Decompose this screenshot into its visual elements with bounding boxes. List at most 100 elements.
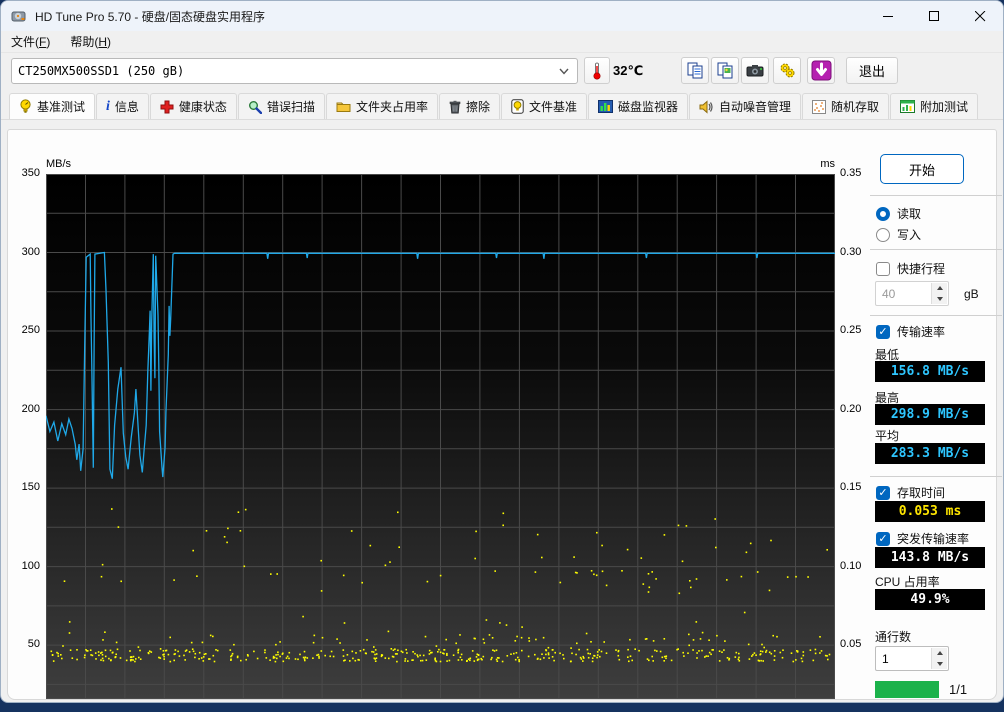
right-axis-tick: 0.25 — [840, 324, 862, 337]
right-axis-tick: 0.15 — [840, 481, 862, 494]
tab-erase[interactable]: 擦除 — [438, 93, 500, 119]
write-radio[interactable]: 写入 — [876, 226, 921, 243]
left-axis-unit: MB/s — [46, 158, 72, 170]
app-icon — [11, 8, 27, 24]
copy-icon — [687, 62, 704, 79]
burst-rate-display: 143.8 MB/s — [875, 547, 985, 568]
right-axis-tick: 0.05 — [840, 638, 862, 651]
file-benchmark-icon — [511, 99, 524, 114]
transfer-rate-checkbox-box[interactable]: ✓ — [876, 324, 890, 339]
right-axis-tick: 0.20 — [840, 402, 862, 415]
left-axis-tick: 150 — [21, 481, 40, 494]
pass-count-label: 通行数 — [875, 630, 912, 644]
left-axis-tick: 300 — [21, 245, 40, 258]
exit-button-label: 退出 — [858, 64, 885, 79]
health-icon — [160, 100, 174, 114]
tab-folder-usage[interactable]: 文件夹占用率 — [325, 93, 438, 119]
tab-benchmark[interactable]: 基准测试 — [9, 93, 96, 119]
read-radio[interactable]: 读取 — [876, 205, 921, 222]
write-radio-circle[interactable] — [876, 227, 890, 242]
title-bar: HD Tune Pro 5.70 - 硬盘/固态硬盘实用程序 — [1, 1, 1003, 31]
copy-button[interactable] — [681, 57, 709, 84]
tab-extra-tests[interactable]: 附加测试 — [890, 93, 979, 119]
toolbar: CT250MX500SSD1 (250 gB) 32℃ 退出 — [1, 53, 1003, 93]
maximize-button[interactable] — [911, 1, 957, 31]
tab-health[interactable]: 健康状态 — [149, 93, 237, 119]
avg-label: 平均 — [875, 429, 900, 443]
capacity-spinner[interactable]: 40 — [875, 281, 949, 306]
random-access-icon — [812, 99, 827, 114]
right-axis-unit: ms — [820, 158, 835, 170]
options-button[interactable] — [773, 57, 801, 84]
download-button[interactable] — [807, 57, 835, 84]
capacity-up-button[interactable] — [931, 283, 947, 294]
left-axis-tick: 250 — [21, 324, 40, 337]
right-axis-tick: 0.35 — [840, 167, 862, 179]
read-radio-circle[interactable] — [876, 206, 890, 221]
right-axis-tick: 0.10 — [840, 559, 862, 572]
pass-count-up-button[interactable] — [931, 648, 947, 659]
chevron-down-icon — [559, 68, 569, 75]
drive-select-value: CT250MX500SSD1 (250 gB) — [18, 64, 185, 78]
capacity-down-button[interactable] — [931, 293, 947, 304]
info-icon: i — [106, 98, 110, 114]
burst-rate-checkbox-box[interactable]: ✓ — [876, 531, 890, 546]
left-axis-tick: 100 — [21, 559, 40, 572]
error-scan-icon — [248, 100, 262, 114]
folder-usage-icon — [336, 100, 351, 113]
left-axis-tick: 200 — [21, 402, 40, 415]
copy-image-icon — [717, 62, 734, 79]
screenshot-button[interactable] — [741, 57, 769, 84]
tab-disk-monitor[interactable]: 磁盘监视器 — [588, 93, 689, 119]
left-axis-tick: 50 — [27, 638, 40, 651]
left-axis-tick: 350 — [21, 167, 40, 179]
pass-count-spinner[interactable]: 1 — [875, 646, 949, 671]
transfer-rate-checkbox[interactable]: ✓ 传输速率 — [876, 323, 945, 340]
benchmark-panel: MB/s ms 350 300 250 200 150 100 50 0.35 0.30 0.2… — [7, 129, 1002, 700]
menu-help[interactable]: 帮助(H) — [60, 31, 121, 52]
temperature-value: 32℃ — [613, 63, 644, 78]
tab-file-benchmark[interactable]: 文件基准 — [500, 93, 587, 119]
exit-button[interactable]: 退出 — [846, 57, 898, 84]
gears-icon — [779, 62, 796, 79]
temperature-button[interactable] — [584, 57, 610, 84]
cpu-usage-display: 49.9% — [875, 589, 985, 610]
tab-aam[interactable]: 自动噪音管理 — [689, 93, 802, 119]
short-stroke-checkbox-box[interactable] — [876, 261, 890, 276]
benchmark-icon — [19, 99, 32, 114]
burst-rate-checkbox[interactable]: ✓ 突发传输速率 — [876, 530, 969, 547]
progress-bar — [875, 681, 939, 698]
access-time-display: 0.053 ms — [875, 501, 985, 522]
aam-speaker-icon — [699, 99, 714, 114]
start-button[interactable]: 开始 — [880, 154, 964, 184]
menu-file[interactable]: 文件(F) — [1, 31, 60, 52]
close-button[interactable] — [957, 1, 1003, 31]
progress-text: 1/1 — [949, 682, 968, 697]
thermometer-icon — [591, 62, 603, 80]
short-stroke-checkbox[interactable]: 快捷行程 — [876, 260, 945, 277]
tab-error-scan[interactable]: 错误扫描 — [237, 93, 325, 119]
disk-monitor-icon — [598, 100, 613, 113]
pass-count-down-button[interactable] — [931, 658, 947, 669]
cpu-usage-label: CPU 占用率 — [875, 575, 940, 589]
access-time-checkbox-box[interactable]: ✓ — [876, 485, 890, 500]
erase-icon — [449, 100, 461, 114]
capacity-unit-label: gB — [964, 287, 979, 301]
minimize-button[interactable] — [865, 1, 911, 31]
right-axis-tick: 0.30 — [840, 245, 862, 258]
avg-value-display: 283.3 MB/s — [875, 443, 985, 464]
copy-image-button[interactable] — [711, 57, 739, 84]
extra-tests-icon — [900, 100, 916, 113]
drive-select[interactable]: CT250MX500SSD1 (250 gB) — [11, 58, 578, 84]
tab-info[interactable]: i 信息 — [96, 93, 149, 119]
screenshot-icon — [746, 63, 764, 78]
window-title: HD Tune Pro 5.70 - 硬盘/固态硬盘实用程序 — [35, 9, 266, 24]
download-icon — [811, 60, 832, 81]
app-window: HD Tune Pro 5.70 - 硬盘/固态硬盘实用程序 文件(F) 帮助(… — [0, 0, 1004, 703]
tab-strip: 基准测试 i 信息 健康状态 错误扫描 文件夹占用率 擦除 文件基准 磁盘监视器… — [1, 93, 1003, 120]
tab-random-access[interactable]: 随机存取 — [802, 93, 890, 119]
benchmark-chart — [46, 174, 835, 699]
min-value-display: 156.8 MB/s — [875, 361, 985, 382]
menu-bar: 文件(F) 帮助(H) — [1, 31, 1003, 53]
access-time-checkbox[interactable]: ✓ 存取时间 — [876, 484, 945, 501]
